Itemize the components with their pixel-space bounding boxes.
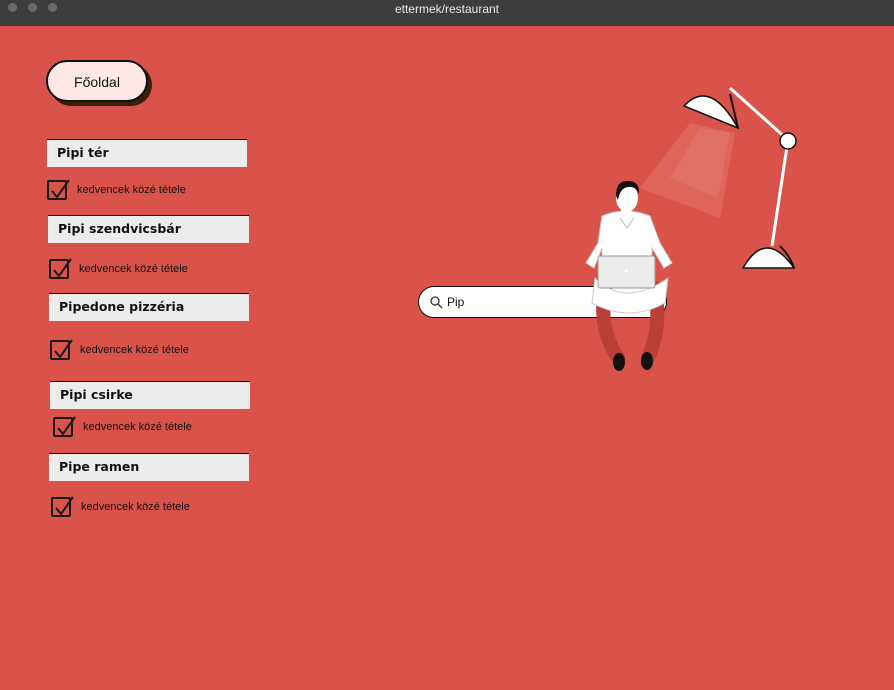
favorite-toggle[interactable]: kedvencek közé tétele xyxy=(49,256,188,282)
window-close-button[interactable] xyxy=(8,3,17,12)
person-with-laptop-and-lamp-illustration xyxy=(585,86,797,371)
favorite-label: kedvencek közé tétele xyxy=(80,344,189,356)
favorite-label: kedvencek közé tétele xyxy=(83,421,192,433)
checkbox-checked-icon[interactable] xyxy=(51,496,74,517)
restaurant-name: Pipi tér xyxy=(47,139,247,167)
favorite-label: kedvencek közé tétele xyxy=(79,263,188,275)
checkbox-checked-icon[interactable] xyxy=(53,416,76,437)
favorite-label: kedvencek közé tétele xyxy=(77,184,186,196)
restaurant-name: Pipedone pizzéria xyxy=(49,293,249,321)
restaurant-name: Pipi csirke xyxy=(50,381,250,409)
checkbox-checked-icon[interactable] xyxy=(47,179,70,200)
favorite-toggle[interactable]: kedvencek közé tétele xyxy=(51,494,190,520)
favorite-toggle[interactable]: kedvencek közé tétele xyxy=(53,414,192,440)
search-icon xyxy=(430,296,443,309)
window-zoom-button[interactable] xyxy=(48,3,57,12)
window-title: ettermek/restaurant xyxy=(394,2,500,16)
restaurant-name: Pipi szendvicsbár xyxy=(48,215,249,243)
restaurant-name: Pipe ramen xyxy=(49,453,249,481)
checkbox-checked-icon[interactable] xyxy=(50,339,73,360)
home-button[interactable]: Főoldal xyxy=(46,60,148,102)
favorite-toggle[interactable]: kedvencek közé tétele xyxy=(47,177,186,203)
checkbox-checked-icon[interactable] xyxy=(49,258,72,279)
window-titlebar: ettermek/restaurant xyxy=(0,0,894,26)
favorite-label: kedvencek közé tétele xyxy=(81,501,190,513)
favorite-toggle[interactable]: kedvencek közé tétele xyxy=(50,337,189,363)
window-minimize-button[interactable] xyxy=(28,3,37,12)
